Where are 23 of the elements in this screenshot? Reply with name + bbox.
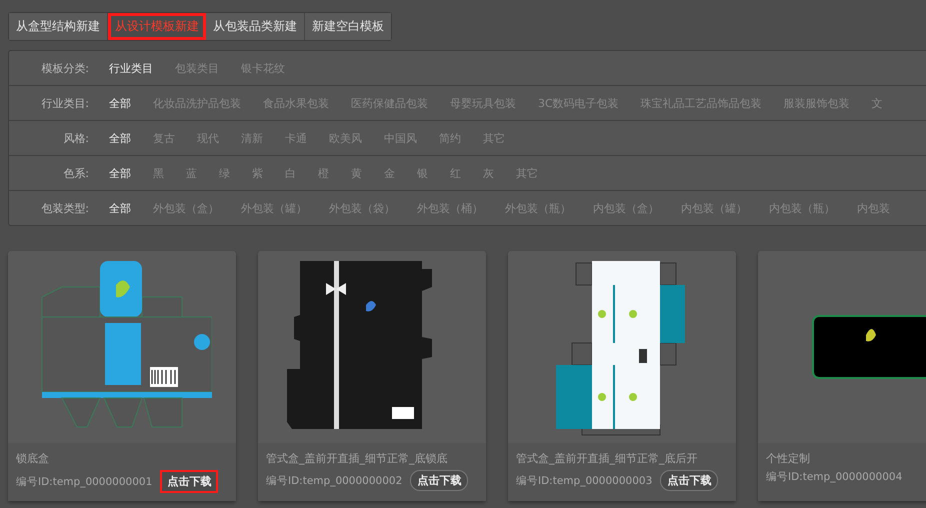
download-button[interactable]: 点击下载 xyxy=(410,470,468,491)
filter-option[interactable]: 全部 xyxy=(109,130,131,146)
download-button[interactable]: 点击下载 xyxy=(660,470,718,491)
filter-label: 包装类型: xyxy=(40,200,89,216)
filter-label: 模板分类: xyxy=(40,60,89,76)
template-id: 编号ID:temp_0000000003 xyxy=(516,474,652,488)
template-id: 编号ID:temp_0000000002 xyxy=(266,474,402,488)
tab[interactable]: 从盒型结构新建 xyxy=(9,13,108,40)
filter-label: 色系: xyxy=(62,166,89,180)
filter-label: 行业类目: xyxy=(40,96,89,110)
download-button[interactable]: 点击下载 xyxy=(160,470,218,493)
template-id: 编号ID:temp_0000000001 xyxy=(16,474,152,488)
filter-option[interactable]: 全部 xyxy=(109,166,131,180)
template-title: 管式盒_盖前开直插_细节正常_底锁底 xyxy=(266,451,448,466)
template-title: 个性定制 xyxy=(766,451,811,466)
filter-option[interactable]: 全部 xyxy=(109,200,131,216)
template-title: 锁底盒 xyxy=(16,451,50,466)
filter-option[interactable]: 行业类目 xyxy=(109,60,153,76)
template-id: 编号ID:temp_0000000004 xyxy=(766,470,902,484)
tab[interactable]: 从设计模板新建 xyxy=(108,13,206,40)
template-title: 管式盒_盖前开直插_细节正常_底后开 xyxy=(516,451,698,466)
filter-label: 风格: xyxy=(62,130,89,146)
filter-option[interactable]: 全部 xyxy=(109,96,131,110)
